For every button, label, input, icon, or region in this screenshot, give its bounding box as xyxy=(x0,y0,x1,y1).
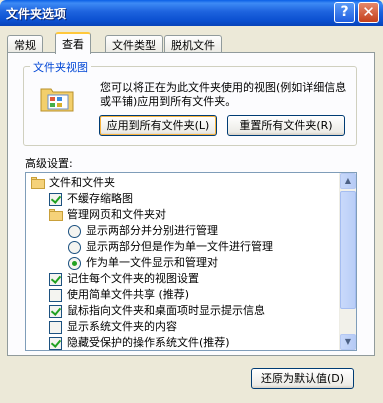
tab-offline-files[interactable]: 脱机文件 xyxy=(164,35,222,52)
help-button[interactable]: ? xyxy=(334,2,355,23)
title-bar: 文件夹选项 ? ✕ xyxy=(0,0,383,26)
tab-general[interactable]: 常规 xyxy=(7,35,43,52)
checkbox[interactable] xyxy=(49,273,62,286)
checkbox[interactable] xyxy=(49,337,62,350)
radio-button[interactable] xyxy=(68,241,81,254)
advanced-settings-label: 高级设置: xyxy=(25,157,73,170)
folder-icon xyxy=(49,209,63,222)
advanced-settings-list[interactable]: 文件和文件夹 不缓存缩略图 管理网页和文件夹对 显示两部分并分别进行管理 显示两… xyxy=(25,172,357,351)
folder-icon xyxy=(31,177,45,190)
tab-view[interactable]: 查看 xyxy=(55,32,91,54)
tab-file-types[interactable]: 文件类型 xyxy=(105,35,163,52)
radio-button[interactable] xyxy=(68,257,81,270)
checkbox[interactable] xyxy=(49,289,62,302)
reset-all-folders-button[interactable]: 重置所有文件夹(R) xyxy=(227,115,345,136)
checkbox[interactable] xyxy=(49,321,62,334)
close-button[interactable]: ✕ xyxy=(358,2,379,23)
folder-views-description: 您可以将正在为此文件夹使用的视图(例如详细信息或平铺)应用到所有文件夹。 xyxy=(100,81,347,108)
checkbox[interactable] xyxy=(49,193,62,206)
scroll-thumb[interactable] xyxy=(340,191,356,309)
folder-views-title: 文件夹视图 xyxy=(30,59,91,75)
radio-button[interactable] xyxy=(68,225,81,238)
scroll-up-arrow-icon[interactable]: ▲ xyxy=(340,173,356,189)
window-title: 文件夹选项 xyxy=(6,7,67,21)
folder-views-icon xyxy=(40,88,74,112)
restore-defaults-button[interactable]: 还原为默认值(D) xyxy=(251,368,354,389)
checkbox[interactable] xyxy=(49,305,62,318)
vertical-scrollbar[interactable]: ▲ ▼ xyxy=(339,173,356,350)
apply-to-all-folders-button[interactable]: 应用到所有文件夹(L) xyxy=(99,115,217,136)
scroll-down-arrow-icon[interactable]: ▼ xyxy=(340,334,356,350)
